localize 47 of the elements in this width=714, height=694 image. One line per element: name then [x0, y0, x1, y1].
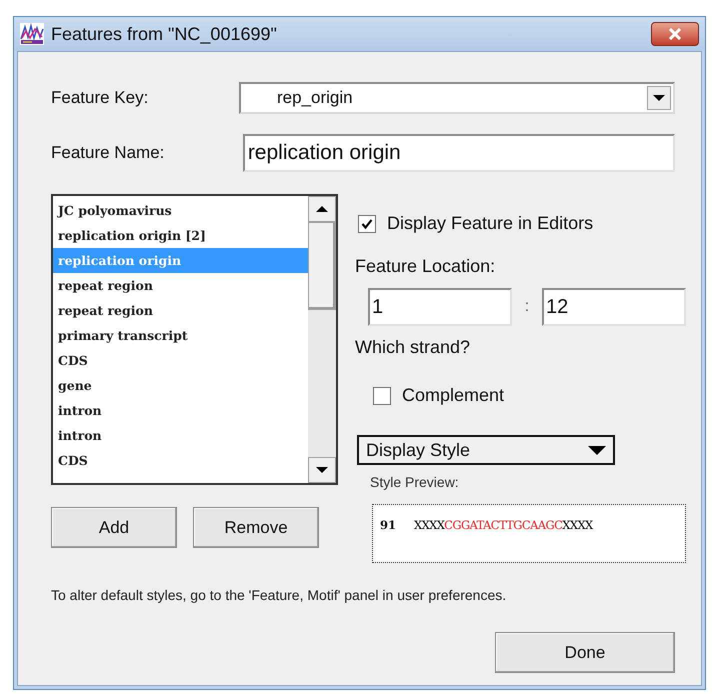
start-field[interactable]: 1 — [368, 288, 512, 326]
scrollbar[interactable] — [308, 196, 336, 483]
dropdown-arrow-icon — [653, 95, 665, 101]
scroll-down-button[interactable] — [308, 457, 336, 483]
feature-list-item[interactable]: replication origin [2] — [53, 223, 308, 248]
done-button[interactable]: Done — [495, 632, 675, 673]
complement-label: Complement — [402, 384, 504, 407]
feature-key-value: rep_origin — [276, 87, 353, 110]
close-icon — [668, 28, 682, 40]
note-text: To alter default styles, go to the 'Feature, Motif' panel in user preferences. — [51, 586, 508, 605]
feature-list-item[interactable]: gene — [53, 373, 308, 398]
feature-list-item[interactable]: intron — [53, 398, 308, 423]
feature-list-item[interactable]: CDS — [53, 348, 308, 373]
feature-location-label: Feature Location: — [355, 255, 496, 278]
feature-list-item[interactable]: repeat region — [53, 273, 308, 298]
checkbox[interactable] — [373, 386, 391, 404]
feature-list-item[interactable]: CDS — [53, 448, 308, 473]
feature-name-label: Feature Name: — [51, 142, 166, 164]
which-strand-label: Which strand? — [355, 336, 472, 359]
feature-list-item[interactable]: primary transcript — [53, 323, 308, 348]
feature-key-dropdown[interactable]: rep_origin — [238, 82, 675, 114]
preview-line-number: 91 — [380, 517, 398, 534]
style-preview-label: Style Preview: — [370, 473, 460, 492]
dropdown-arrow-icon — [588, 446, 606, 454]
display-style-label: Display Style — [366, 438, 470, 462]
dropdown-arrow-icon — [316, 467, 328, 473]
preview-sequence: XXXXCGGATACTTGCAAGCXXXX — [414, 517, 593, 534]
end-field[interactable]: 12 — [542, 288, 686, 326]
display-in-editors-label: Display Feature in Editors — [387, 212, 594, 235]
feature-key-label: Feature Key: — [51, 87, 150, 110]
feature-name-field[interactable]: replication origin — [242, 134, 675, 172]
remove-button[interactable]: Remove — [193, 507, 319, 548]
checkmark-icon — [361, 218, 373, 230]
dropdown-button[interactable] — [647, 86, 671, 110]
app-logo-icon — [20, 23, 44, 45]
window-title: Features from "NC_001699" — [51, 22, 277, 46]
add-button[interactable]: Add — [51, 507, 177, 548]
display-style-dropdown[interactable]: Display Style — [357, 435, 615, 465]
close-button[interactable] — [651, 22, 699, 46]
up-arrow-icon — [316, 206, 328, 212]
scroll-up-button[interactable] — [308, 196, 336, 222]
feature-list-item[interactable]: repeat region — [53, 298, 308, 323]
checkbox[interactable] — [358, 214, 376, 232]
feature-list-item[interactable]: JC polyomavirus — [53, 198, 308, 223]
range-separator: : — [524, 297, 530, 317]
scroll-thumb[interactable] — [308, 222, 336, 310]
feature-list-item[interactable]: intron — [53, 423, 308, 448]
